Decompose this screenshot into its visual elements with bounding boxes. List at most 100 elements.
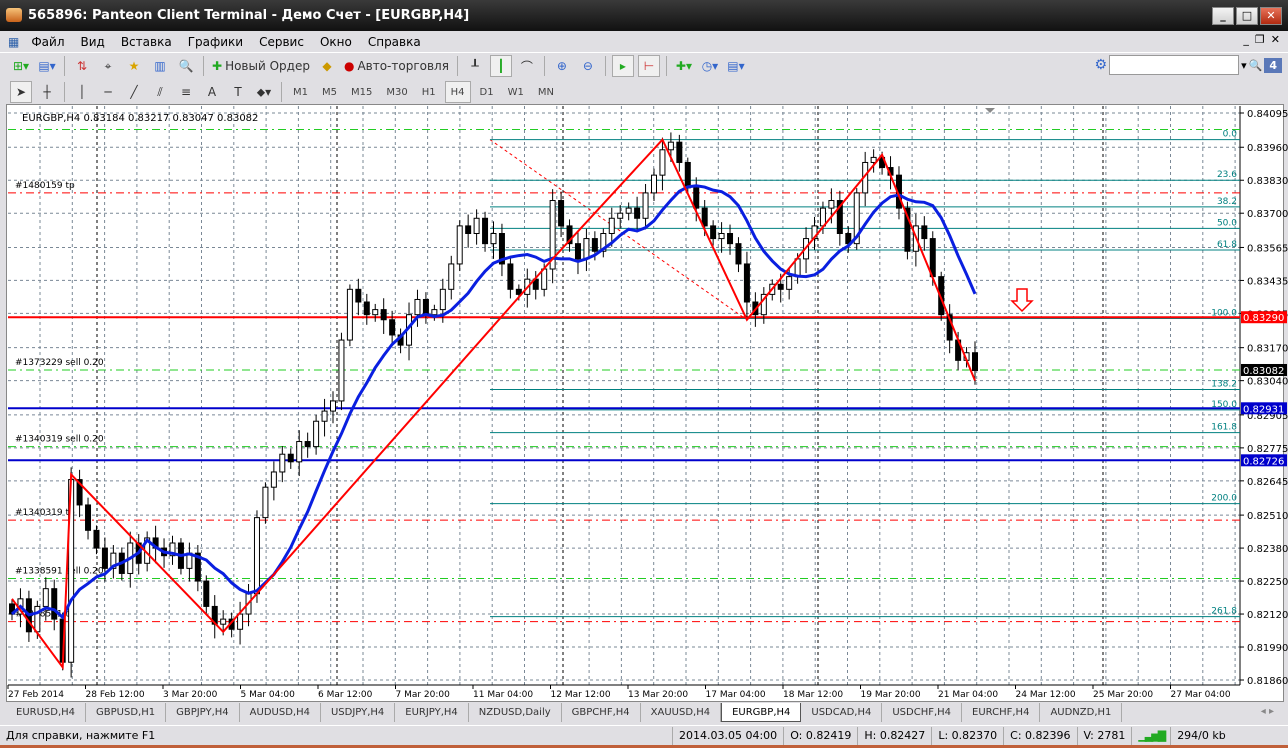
chart-tab[interactable]: USDJPY,H4: [321, 703, 396, 722]
chart-symbol-header: EURGBP,H4 0.83184 0.83217 0.83047 0.8308…: [22, 113, 258, 124]
date-tick-label: 27 Mar 04:00: [1171, 690, 1231, 700]
candle-body: [279, 453, 286, 473]
candle-body: [651, 174, 657, 194]
chart-tab[interactable]: NZDUSD,Daily: [469, 703, 562, 722]
price-tick-label: 0.83170: [1247, 344, 1288, 355]
price-tick-label: 0.83700: [1247, 209, 1288, 220]
candle-body: [262, 486, 269, 519]
date-tick-label: 18 Mar 12:00: [783, 690, 843, 700]
candle-body: [456, 225, 463, 265]
candle-body: [296, 441, 303, 463]
price-tick-label: 0.82775: [1247, 444, 1288, 455]
chart-tab[interactable]: USDCAD,H4: [801, 703, 883, 722]
date-tick-label: 27 Feb 2014: [8, 690, 64, 700]
fibo-level-label: 200.0: [1211, 494, 1237, 504]
order-label: #1480159 tp: [15, 181, 75, 191]
price-tick-label: 0.83830: [1247, 176, 1288, 187]
date-tick-label: 7 Mar 20:00: [396, 690, 451, 700]
candle-body: [313, 420, 320, 448]
price-chart[interactable]: 0.84095 0.83960 0.83830 0.83700 0.83565 0.834…: [0, 0, 1288, 748]
candle-body: [667, 141, 674, 151]
candle-body: [448, 263, 455, 290]
candle-body: [355, 288, 362, 303]
price-tick-label: 0.82250: [1247, 577, 1288, 588]
status-low: L: 0.82370: [931, 726, 1003, 745]
candle-body: [710, 225, 717, 240]
candle-body: [287, 453, 294, 463]
fibo-level-label: 161.8: [1211, 423, 1237, 433]
candle-body: [777, 283, 784, 290]
candle-body: [676, 141, 683, 163]
fibo-level-label: 38.2: [1217, 197, 1237, 207]
candle-body: [414, 298, 421, 316]
candle-body: [220, 618, 227, 625]
chart-tab[interactable]: AUDUSD,H4: [240, 703, 321, 722]
chart-tab[interactable]: GBPJPY,H4: [166, 703, 240, 722]
price-tick-label: 0.83960: [1247, 143, 1288, 154]
chart-tab[interactable]: EURCHF,H4: [962, 703, 1041, 722]
candle-body: [617, 212, 624, 219]
status-bar: Для справки, нажмите F1 2014.03.05 04:00…: [0, 725, 1288, 745]
date-tick-label: 13 Mar 20:00: [628, 690, 688, 700]
candle-body: [422, 298, 429, 316]
date-tick-label: 11 Mar 04:00: [473, 690, 533, 700]
status-help: Для справки, нажмите F1: [6, 729, 156, 742]
date-tick-label: 5 Mar 04:00: [241, 690, 296, 700]
fibo-level-label: 23.6: [1217, 170, 1237, 180]
chart-tab[interactable]: XAUUSD,H4: [641, 703, 722, 722]
candle-body: [735, 243, 742, 265]
chart-tab[interactable]: GBPCHF,H4: [562, 703, 641, 722]
candle-body: [237, 613, 244, 630]
candle-body: [380, 309, 387, 321]
candle-body: [718, 233, 725, 240]
fibo-level-label: 0.0: [1223, 130, 1238, 140]
candle-body: [828, 200, 835, 209]
candle-body: [363, 301, 370, 316]
date-tick-label: 21 Mar 04:00: [938, 690, 998, 700]
candle-body: [42, 588, 49, 607]
chart-tab[interactable]: EURUSD,H4: [6, 703, 87, 722]
chart-tab[interactable]: GBPUSD,H1: [86, 703, 167, 722]
fibo-level-label: 50.0: [1217, 218, 1237, 228]
tab-scroll-arrows[interactable]: ◂ ▸: [1261, 706, 1274, 717]
candle-body: [727, 233, 734, 245]
down-arrow-icon: [1010, 288, 1034, 313]
candle-body: [51, 588, 58, 620]
fibo-level-label: 138.2: [1211, 380, 1237, 390]
candle-body: [972, 352, 978, 371]
price-tick-label: 0.83565: [1247, 243, 1288, 254]
order-label: #1340319 tp: [15, 508, 75, 518]
chart-tab[interactable]: EURJPY,H4: [395, 703, 469, 722]
candle-body: [541, 268, 548, 290]
zigzag-line: [11, 137, 976, 671]
status-close: C: 0.82396: [1003, 726, 1076, 745]
price-marker-label: 0.83290: [1243, 313, 1284, 324]
date-tick-label: 24 Mar 12:00: [1016, 690, 1076, 700]
candle-body: [321, 410, 328, 422]
chart-tab[interactable]: EURGBP,H4: [721, 703, 802, 722]
date-tick-label: 25 Mar 20:00: [1093, 690, 1153, 700]
status-volume: V: 2781: [1076, 726, 1132, 745]
chart-tab[interactable]: USDCHF,H4: [882, 703, 963, 722]
candle-body: [85, 504, 92, 531]
status-datetime: 2014.03.05 04:00: [672, 726, 783, 745]
chart-tabs: EURUSD,H4 GBPUSD,H1 GBPJPY,H4 AUDUSD,H4 USDJ…: [6, 703, 1123, 722]
candle-body: [608, 217, 615, 235]
candle-body: [346, 288, 353, 341]
date-tick-label: 12 Mar 12:00: [551, 690, 611, 700]
date-tick-label: 28 Feb 12:00: [86, 690, 145, 700]
price-marker-label: 0.82931: [1243, 404, 1284, 415]
candle-body: [473, 217, 480, 235]
chart-tab[interactable]: AUDNZD,H1: [1040, 703, 1123, 722]
price-tick-label: 0.82120: [1247, 610, 1288, 621]
candle-body: [93, 529, 100, 549]
connection-icon: ▁▃▅▇: [1131, 726, 1170, 745]
candle-body: [558, 200, 565, 227]
status-traffic: 294/0 kb: [1170, 726, 1260, 745]
date-tick-label: 17 Mar 04:00: [706, 690, 766, 700]
order-label: #1373229 sell 0.20: [15, 358, 104, 368]
candle-body: [642, 192, 649, 219]
candle-body: [439, 288, 446, 311]
price-tick-label: 0.81860: [1247, 676, 1288, 687]
candle-body: [431, 309, 438, 316]
